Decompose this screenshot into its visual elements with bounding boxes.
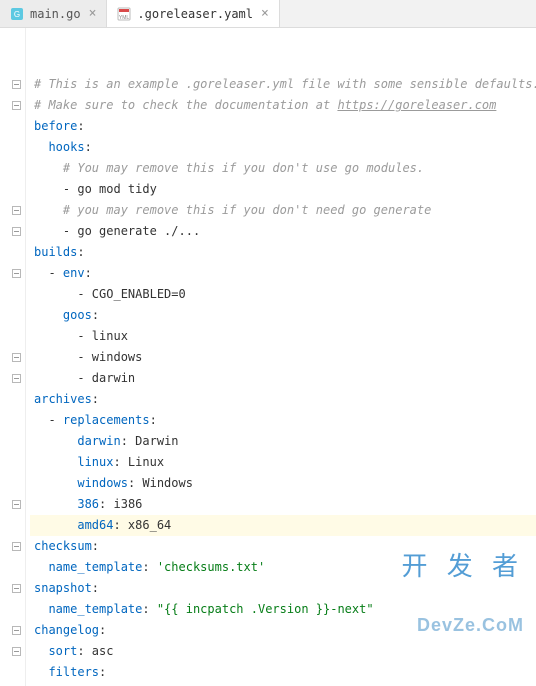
code-line: - darwin	[30, 368, 536, 389]
code-line: - replacements:	[30, 410, 536, 431]
fold-marker[interactable]	[0, 263, 25, 284]
go-file-icon: G	[10, 7, 24, 21]
tab-label: main.go	[30, 7, 81, 21]
code-line: - linux	[30, 326, 536, 347]
code-line: - windows	[30, 347, 536, 368]
fold-marker[interactable]	[0, 74, 25, 95]
fold-marker	[0, 284, 25, 305]
code-line: - env:	[30, 263, 536, 284]
code-line: filters:	[30, 662, 536, 683]
fold-marker[interactable]	[0, 536, 25, 557]
fold-marker[interactable]	[0, 578, 25, 599]
code-line: amd64: x86_64	[30, 515, 536, 536]
code-line: - go generate ./...	[30, 221, 536, 242]
code-line: - go mod tidy	[30, 179, 536, 200]
code-line: # you may remove this if you don't need …	[30, 200, 536, 221]
fold-marker	[0, 32, 25, 53]
tab-label: .goreleaser.yaml	[137, 7, 253, 21]
fold-marker[interactable]	[0, 620, 25, 641]
code-line: # This is an example .goreleaser.yml fil…	[30, 74, 536, 95]
code-line: 386: i386	[30, 494, 536, 515]
fold-marker	[0, 179, 25, 200]
yaml-file-icon: YML	[117, 7, 131, 21]
tab-goreleaser-yaml[interactable]: YML .goreleaser.yaml ×	[107, 0, 279, 27]
fold-gutter	[0, 28, 26, 686]
fold-marker[interactable]	[0, 347, 25, 368]
fold-marker	[0, 557, 25, 578]
tab-main-go[interactable]: G main.go ×	[0, 0, 107, 27]
code-line: changelog:	[30, 620, 536, 641]
code-line: checksum:	[30, 536, 536, 557]
tab-bar: G main.go × YML .goreleaser.yaml ×	[0, 0, 536, 28]
fold-marker	[0, 452, 25, 473]
fold-marker	[0, 599, 25, 620]
code-line: hooks:	[30, 137, 536, 158]
code-line: - CGO_ENABLED=0	[30, 284, 536, 305]
fold-marker[interactable]	[0, 200, 25, 221]
fold-marker	[0, 662, 25, 683]
fold-marker	[0, 116, 25, 137]
fold-marker	[0, 473, 25, 494]
fold-marker[interactable]	[0, 95, 25, 116]
code-line: linux: Linux	[30, 452, 536, 473]
fold-marker	[0, 410, 25, 431]
close-icon[interactable]: ×	[261, 7, 269, 20]
code-line: windows: Windows	[30, 473, 536, 494]
code-line: name_template: 'checksums.txt'	[30, 557, 536, 578]
code-line: builds:	[30, 242, 536, 263]
fold-marker	[0, 242, 25, 263]
code-line: # Make sure to check the documentation a…	[30, 95, 536, 116]
fold-marker	[0, 515, 25, 536]
code-area[interactable]: # This is an example .goreleaser.yml fil…	[26, 28, 536, 686]
code-line: snapshot:	[30, 578, 536, 599]
fold-marker[interactable]	[0, 494, 25, 515]
fold-marker	[0, 137, 25, 158]
fold-marker[interactable]	[0, 221, 25, 242]
svg-text:YML: YML	[119, 15, 130, 21]
editor: # This is an example .goreleaser.yml fil…	[0, 28, 536, 686]
code-line: # You may remove this if you don't use g…	[30, 158, 536, 179]
code-line: before:	[30, 116, 536, 137]
fold-marker	[0, 431, 25, 452]
code-line: sort: asc	[30, 641, 536, 662]
code-line: archives:	[30, 389, 536, 410]
code-line: name_template: "{{ incpatch .Version }}-…	[30, 599, 536, 620]
code-line: goos:	[30, 305, 536, 326]
fold-marker	[0, 53, 25, 74]
fold-marker	[0, 158, 25, 179]
fold-marker	[0, 389, 25, 410]
code-line: darwin: Darwin	[30, 431, 536, 452]
fold-marker[interactable]	[0, 368, 25, 389]
fold-marker[interactable]	[0, 641, 25, 662]
fold-marker	[0, 305, 25, 326]
fold-marker	[0, 326, 25, 347]
close-icon[interactable]: ×	[89, 7, 97, 20]
svg-text:G: G	[14, 10, 20, 19]
